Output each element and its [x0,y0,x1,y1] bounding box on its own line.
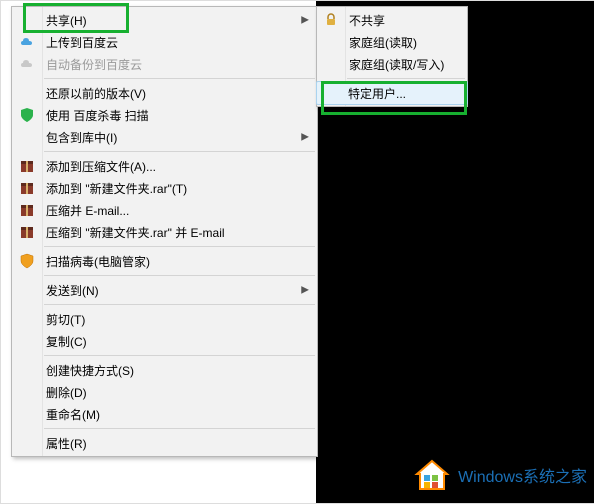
menu-item-zip-email[interactable]: 压缩并 E-mail... [12,199,317,221]
watermark: Windows系统之家 [414,459,589,491]
menu-item-share[interactable]: 共享(H) ▶ [12,9,317,31]
menu-separator [44,78,315,79]
shield-orange-icon [19,253,35,269]
menu-item-label: 创建快捷方式(S) [46,362,134,379]
menu-item-rename[interactable]: 重命名(M) [12,403,317,425]
submenu-item-label: 特定用户... [348,85,406,102]
menu-separator [44,304,315,305]
screenshot-stage: 共享(H) ▶ 上传到百度云 自动备份到百度云 还原以前的版本(V) [0,0,594,504]
submenu-arrow-icon: ▶ [301,285,309,296]
submenu-item-label: 不共享 [349,12,385,29]
menu-item-copy[interactable]: 复制(C) [12,330,317,352]
menu-item-label: 添加到 "新建文件夹.rar"(T) [46,180,187,197]
submenu-item-label: 家庭组(读取/写入) [349,56,444,73]
menu-item-delete[interactable]: 删除(D) [12,381,317,403]
house-logo-icon [414,459,450,491]
submenu-item-no-share[interactable]: 不共享 [317,9,467,31]
menu-item-restore-versions[interactable]: 还原以前的版本(V) [12,82,317,104]
menu-separator [44,246,315,247]
submenu-item-homegroup-rw[interactable]: 家庭组(读取/写入) [317,53,467,75]
winrar-icon [19,180,35,196]
menu-item-label: 属性(R) [46,435,87,452]
menu-item-label: 添加到压缩文件(A)... [46,158,156,175]
watermark-text: Windows系统之家 [456,463,589,487]
menu-item-label: 压缩并 E-mail... [46,202,129,219]
menu-item-label: 发送到(N) [46,282,99,299]
menu-item-label: 自动备份到百度云 [46,56,142,73]
menu-item-create-shortcut[interactable]: 创建快捷方式(S) [12,359,317,381]
menu-separator [44,275,315,276]
menu-separator [44,151,315,152]
shield-green-icon [19,107,35,123]
submenu-item-label: 家庭组(读取) [349,34,417,51]
submenu-arrow-icon: ▶ [301,132,309,143]
menu-item-label: 还原以前的版本(V) [46,85,146,102]
menu-item-properties[interactable]: 属性(R) [12,432,317,454]
menu-item-auto-backup: 自动备份到百度云 [12,53,317,75]
baidu-cloud-icon [19,34,35,50]
menu-item-label: 使用 百度杀毒 扫描 [46,107,149,124]
menu-item-label: 压缩到 "新建文件夹.rar" 并 E-mail [46,224,225,241]
menu-item-label: 重命名(M) [46,406,100,423]
winrar-icon [19,224,35,240]
menu-item-scan-baidu[interactable]: 使用 百度杀毒 扫描 [12,104,317,126]
winrar-icon [19,202,35,218]
menu-item-include-library[interactable]: 包含到库中(I) ▶ [12,126,317,148]
menu-item-label: 共享(H) [46,12,87,29]
submenu-item-specific-users[interactable]: 特定用户... [316,81,468,105]
menu-item-add-archive[interactable]: 添加到压缩文件(A)... [12,155,317,177]
menu-item-cut[interactable]: 剪切(T) [12,308,317,330]
lock-icon [323,12,339,28]
baidu-cloud-icon [19,56,35,72]
menu-separator [347,78,465,79]
menu-item-label: 删除(D) [46,384,87,401]
menu-separator [44,355,315,356]
submenu-arrow-icon: ▶ [301,15,309,26]
context-menu: 共享(H) ▶ 上传到百度云 自动备份到百度云 还原以前的版本(V) [11,6,318,457]
menu-item-label: 复制(C) [46,333,87,350]
menu-item-label: 剪切(T) [46,311,85,328]
menu-item-label: 上传到百度云 [46,34,118,51]
menu-item-label: 包含到库中(I) [46,129,117,146]
menu-item-add-rar[interactable]: 添加到 "新建文件夹.rar"(T) [12,177,317,199]
menu-item-scan-tencent[interactable]: 扫描病毒(电脑管家) [12,250,317,272]
submenu-item-homegroup-read[interactable]: 家庭组(读取) [317,31,467,53]
menu-item-upload-baidu[interactable]: 上传到百度云 [12,31,317,53]
menu-item-zip-rar-email[interactable]: 压缩到 "新建文件夹.rar" 并 E-mail [12,221,317,243]
menu-item-label: 扫描病毒(电脑管家) [46,253,150,270]
winrar-icon [19,158,35,174]
menu-separator [44,428,315,429]
menu-item-send-to[interactable]: 发送到(N) ▶ [12,279,317,301]
share-submenu: 不共享 家庭组(读取) 家庭组(读取/写入) 特定用户... [316,6,468,107]
